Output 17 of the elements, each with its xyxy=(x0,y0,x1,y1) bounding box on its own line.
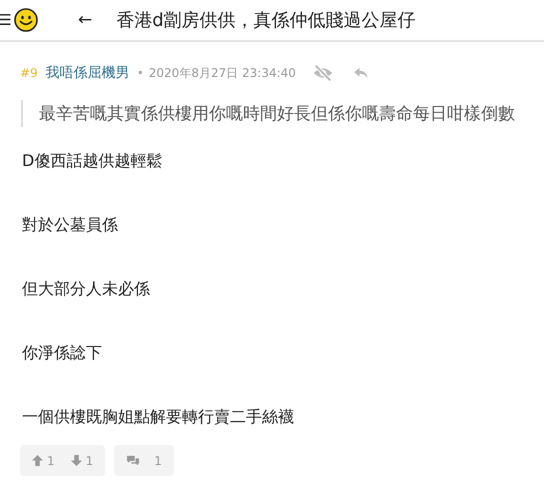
post-time: 2020年8月27日 23:34:40 xyxy=(148,64,296,82)
separator-dot: • xyxy=(136,66,144,80)
post-paragraph: 但大部分人未必係 xyxy=(22,278,151,300)
quoted-text: 最辛苦嘅其實係供樓用你嘅時間好長但係你嘅壽命每日咁樣倒數 xyxy=(21,100,544,127)
thread-title: 香港d劏房供供，真係仲低賤過公屋仔 xyxy=(116,9,416,32)
post-number: #9 xyxy=(20,66,38,80)
post-paragraph: 對於公墓員係 xyxy=(22,214,119,236)
back-button[interactable]: ← xyxy=(78,10,92,30)
post-paragraph: 你淨係諗下 xyxy=(22,342,103,364)
post-paragraph: D傻西話越供越輕鬆 xyxy=(22,150,164,172)
smiley-icon[interactable] xyxy=(14,8,38,32)
chat-icon xyxy=(126,454,140,466)
up-arrow-icon xyxy=(32,455,43,466)
post-paragraph: 一個供樓既胸姐點解要轉行賣二手絲襪 xyxy=(22,406,295,428)
author-link[interactable]: 我唔係屈機男 xyxy=(46,64,130,82)
down-arrow-icon xyxy=(70,455,82,466)
hide-icon[interactable] xyxy=(312,62,334,84)
